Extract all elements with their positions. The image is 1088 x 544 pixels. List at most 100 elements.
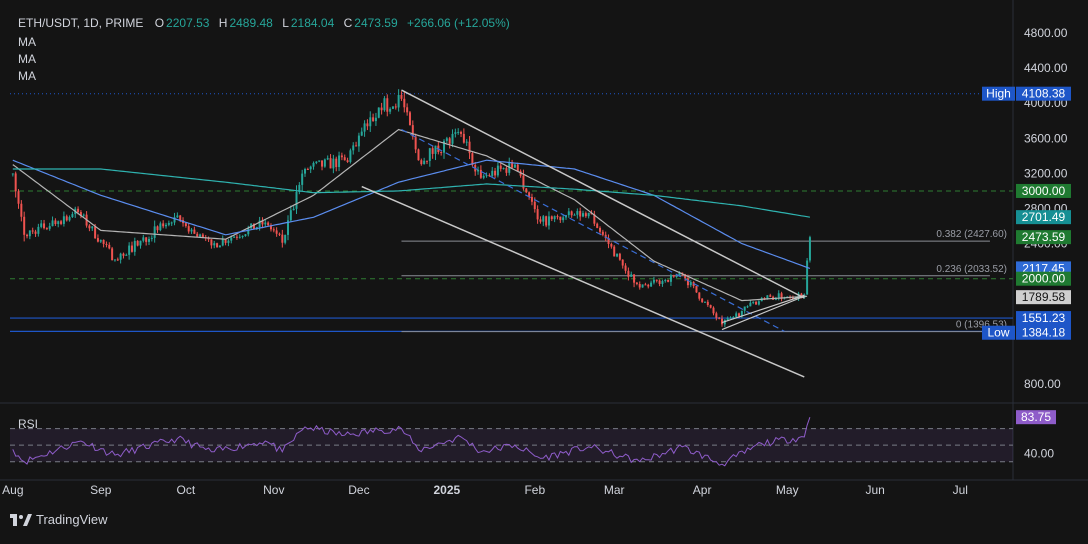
x-tick-label: May	[776, 483, 799, 497]
x-tick-label: Mar	[604, 483, 625, 497]
candle-body	[661, 281, 664, 284]
ma-indicator-2[interactable]: MA	[18, 52, 36, 66]
low-label: L	[282, 16, 289, 30]
candle-body	[187, 226, 190, 232]
candle-body	[315, 161, 318, 163]
rsi-badge-label: 83.75	[1021, 410, 1051, 424]
candle-body	[718, 317, 721, 319]
candle-body	[43, 223, 46, 229]
price-badge: 2473.59	[1016, 230, 1071, 245]
high-label: H	[218, 16, 228, 30]
candle-body	[221, 239, 224, 246]
candle-body	[136, 240, 139, 246]
candle-body	[689, 282, 692, 286]
chart-canvas[interactable]: 4800.004400.004000.003600.003200.002800.…	[0, 0, 1088, 539]
candle-body	[621, 259, 624, 266]
candle-body	[610, 243, 613, 247]
candle-body	[457, 131, 460, 133]
candle-body	[272, 229, 275, 231]
candle-body	[732, 316, 735, 318]
candle-body	[525, 188, 528, 193]
candle-body	[338, 155, 341, 168]
ma-indicator-1[interactable]: MA	[18, 35, 36, 49]
candle-body	[193, 229, 196, 234]
candle-body	[425, 160, 428, 162]
candle-body	[550, 216, 553, 220]
candle-body	[715, 313, 718, 318]
candle-body	[326, 158, 329, 160]
candle-body	[363, 123, 366, 132]
tradingview-icon	[10, 513, 32, 526]
candle-body	[321, 160, 324, 167]
candle-body	[584, 213, 587, 217]
candle-body	[675, 276, 678, 278]
candle-body	[57, 221, 60, 224]
candle-body	[165, 224, 168, 227]
fib-level-label: 0.382 (2427.60)	[936, 229, 1007, 240]
candle-body	[630, 274, 633, 277]
candle-body	[712, 307, 715, 314]
candle-body	[579, 211, 582, 217]
price-badge-label: 2000.00	[1022, 272, 1066, 286]
candle-body	[346, 160, 349, 162]
price-badge-title: Low	[987, 326, 1009, 340]
x-tick-label: Oct	[177, 483, 196, 497]
candle-body	[599, 227, 602, 232]
candle-body	[357, 135, 360, 147]
tradingview-label: TradingView	[36, 512, 108, 527]
y-tick-label: 800.00	[1024, 377, 1061, 391]
candle-body	[701, 298, 704, 302]
candle-body	[309, 166, 312, 170]
candle-body	[434, 145, 437, 154]
candle-body	[513, 164, 516, 168]
x-tick-label: 2025	[433, 483, 460, 497]
candle-body	[389, 108, 392, 112]
candle-body	[624, 265, 627, 271]
candle-body	[306, 169, 309, 171]
candle-body	[162, 223, 165, 227]
close-value: 2473.59	[354, 16, 398, 30]
tradingview-logo[interactable]: TradingView	[10, 512, 108, 527]
symbol-name[interactable]: ETH/USDT, 1D, PRIME	[18, 16, 143, 30]
symbol-header: ETH/USDT, 1D, PRIME O 2207.53 H 2489.48 L2…	[18, 16, 512, 30]
ma-indicator-3[interactable]: MA	[18, 69, 36, 83]
candle-body	[735, 313, 738, 317]
candle-body	[806, 260, 809, 295]
candle-body	[133, 240, 136, 252]
candle-body	[71, 214, 74, 218]
candle-body	[406, 107, 409, 113]
y-tick-label: 3600.00	[1024, 131, 1068, 145]
candle-body	[633, 274, 636, 283]
price-badge: 1384.18 Low	[982, 325, 1071, 340]
price-badge-label: 2473.59	[1022, 230, 1066, 244]
candle-body	[582, 213, 585, 217]
x-tick-label: Jul	[953, 483, 968, 497]
candle-body	[224, 239, 227, 243]
candle-body	[23, 216, 26, 235]
candle-body	[420, 160, 423, 165]
fib-level-label: 0.236 (2033.52)	[936, 264, 1007, 275]
candle-body	[213, 243, 216, 246]
candle-body	[766, 295, 769, 299]
candle-body	[184, 223, 187, 227]
candle-body	[536, 209, 539, 220]
candle-body	[45, 228, 48, 230]
moving-average-line	[12, 168, 811, 218]
candle-body	[505, 168, 508, 173]
candle-body	[20, 203, 23, 217]
candle-body	[698, 292, 701, 299]
x-tick-label: Apr	[693, 483, 712, 497]
candle-body	[91, 226, 94, 229]
candle-body	[721, 318, 724, 325]
x-tick-label: Dec	[348, 483, 369, 497]
candle-body	[122, 253, 125, 256]
candle-body	[394, 106, 397, 108]
candle-body	[150, 237, 153, 239]
candle-body	[746, 306, 749, 308]
candle-body	[156, 226, 159, 231]
candle-body	[627, 270, 630, 277]
candle-body	[210, 239, 213, 246]
price-badge-label: 3000.00	[1022, 184, 1066, 198]
candle-body	[465, 141, 468, 143]
candle-body	[349, 150, 352, 162]
